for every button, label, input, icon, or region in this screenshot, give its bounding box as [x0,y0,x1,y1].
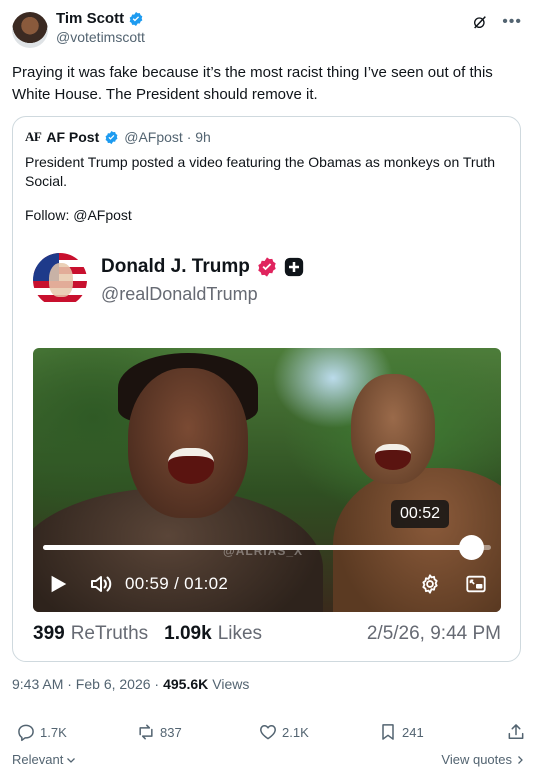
seek-tooltip: 00:52 [391,500,449,528]
truth-avatar [33,253,87,307]
tweet-timestamp[interactable]: 9:43 AM · Feb 6, 2026 · [12,676,159,692]
quoted-author-name: AF Post [46,129,100,145]
views-label: Views [212,676,250,692]
bookmark-icon [382,724,394,740]
views-count: 495.6K [163,676,209,692]
chevron-right-icon [518,755,523,764]
view-quotes-link[interactable]: View quotes [441,752,526,767]
retruths-count: 399 [33,623,65,644]
bookmark-count: 241 [402,724,424,740]
view-quotes-label: View quotes [441,752,512,767]
repost-icon [139,724,153,740]
repost-button[interactable]: 837 [136,722,182,742]
share-icon [508,724,524,739]
like-icon [260,725,276,740]
chevron-down-icon [67,757,76,763]
truth-stats: 399 ReTruths 1.09k Likes 2/5/26, 9:44 PM [33,623,501,645]
progress-fill [43,545,471,550]
truth-name: Donald J. Trump [101,255,250,277]
video-controls: 00:59 / 01:02 [33,570,501,598]
author-handle[interactable]: @votetimscott [56,29,145,45]
truth-verified-icon [258,256,276,277]
truth-name-row: Donald J. Trump [101,256,304,278]
reply-icon [18,724,34,742]
quoted-follow: Follow: @AFpost [25,207,132,223]
video-player[interactable]: @ALRIAS_X 00:52 00:59 / 01:02 [33,348,501,612]
sort-relevant-button[interactable]: Relevant [12,752,77,767]
video-figure-right-mouth [375,444,411,470]
avatar[interactable] [12,12,48,48]
af-logo: AF [25,129,42,144]
truth-likes-count: 1.09k [164,623,212,644]
video-time: 00:59 / 01:02 [125,574,229,593]
tweet-header: Tim Scott @votetimscott ••• [12,10,526,50]
volume-icon[interactable] [89,572,113,596]
retruths-label: ReTruths [70,623,149,644]
progress-thumb[interactable] [458,535,484,560]
like-count: 2.1K [282,724,309,740]
truth-header: Donald J. Trump @realDonaldTrump [33,253,304,307]
quoted-header: AF AF Post @AFpost · 9h [25,129,211,145]
truth-likes-label: Likes [217,623,263,644]
author-name[interactable]: Tim Scott [56,10,124,27]
author-name-row: Tim Scott [56,10,145,27]
progress-bar[interactable] [43,535,491,560]
video-figure-left-mouth [168,448,214,484]
play-icon[interactable] [47,573,69,595]
author-block: Tim Scott @votetimscott [56,10,145,45]
verified-icon [105,130,118,144]
tweet-text: Praying it was fake because it’s the mos… [12,64,493,103]
truth-names: Donald J. Trump @realDonaldTrump [101,256,304,305]
repost-count: 837 [160,724,182,740]
truth-handle: @realDonaldTrump [101,283,258,304]
quoted-post[interactable]: AF AF Post @AFpost · 9h President Trump … [12,116,521,662]
reply-button[interactable]: 1.7K [16,722,67,742]
video-controls-right [419,573,487,595]
pip-icon[interactable] [465,573,487,595]
like-button[interactable]: 2.1K [258,722,309,742]
truth-date: 2/5/26, 9:44 PM [366,623,501,644]
sort-label: Relevant [12,752,64,767]
grok-icon[interactable] [472,14,488,30]
quoted-handle-time: @AFpost · 9h [124,129,211,145]
action-bar: 1.7K 837 2.1K 241 [12,720,526,744]
more-icon[interactable]: ••• [502,14,522,30]
reply-count: 1.7K [40,724,67,740]
settings-icon[interactable] [419,573,441,595]
plus-badge-icon [284,257,304,276]
verified-icon [129,11,143,26]
video-figure-left-face [128,368,248,518]
quoted-text: President Trump posted a video featuring… [25,154,496,189]
share-button[interactable] [506,722,526,742]
replies-footer: Relevant View quotes [12,752,526,770]
top-actions: ••• [472,14,522,30]
tweet-meta: 9:43 AM · Feb 6, 2026 · 495.6K Views [12,676,249,692]
bookmark-button[interactable]: 241 [378,722,424,742]
